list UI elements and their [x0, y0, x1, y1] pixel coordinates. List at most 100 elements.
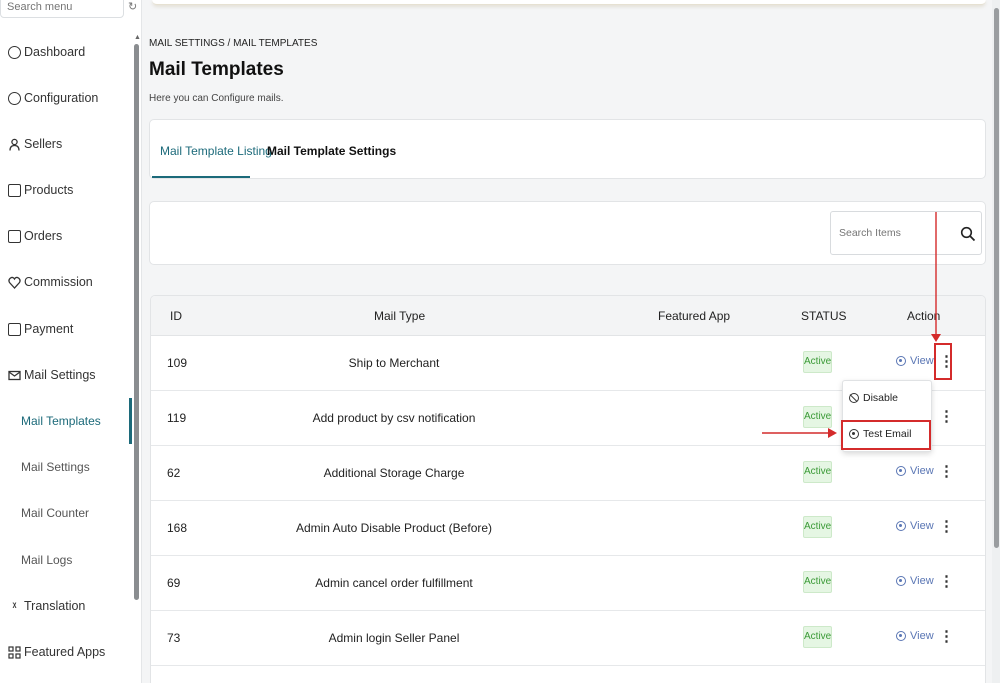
status-badge: Active [803, 516, 832, 538]
eye-icon [896, 521, 906, 531]
eye-icon [896, 466, 906, 476]
sidebar: ↻ Dashboard Configuration Sellers Produc… [0, 0, 142, 683]
top-bar [152, 0, 986, 5]
column-header-action: Action [907, 309, 941, 323]
orders-icon [8, 229, 21, 243]
apps-icon [8, 645, 21, 659]
sidebar-item-label: Mail Settings [24, 368, 96, 382]
eye-icon [896, 576, 906, 586]
more-actions-icon[interactable]: ⋮ [939, 626, 954, 648]
eye-icon [896, 631, 906, 641]
scroll-up-arrow-icon[interactable]: ▲ [134, 34, 141, 41]
row-mail-type: Ship to Merchant [348, 356, 440, 370]
view-label: View [910, 575, 934, 587]
sidebar-item-label: Configuration [24, 91, 99, 105]
sidebar-item-label: Dashboard [24, 45, 86, 59]
view-link[interactable]: View [896, 355, 934, 367]
search-input[interactable] [831, 212, 951, 254]
sidebar-item-sellers[interactable]: Sellers [8, 132, 62, 156]
column-header-mail-type: Mail Type [374, 309, 426, 323]
settings-icon [8, 91, 21, 105]
page-scrollbar-thumb[interactable] [994, 8, 999, 548]
sidebar-subitem-mail-templates[interactable]: Mail Templates [21, 409, 101, 433]
page-title: Mail Templates [149, 59, 284, 80]
sidebar-item-label: Translation [24, 599, 86, 613]
sidebar-item-label: Products [24, 183, 74, 197]
sidebar-item-label: Featured Apps [24, 645, 106, 659]
commission-icon [8, 276, 21, 289]
row-mail-type: Additional Storage Charge [323, 466, 465, 480]
search-box[interactable] [830, 211, 982, 255]
table-row[interactable]: 62 Additional Storage Charge Active View… [151, 446, 985, 501]
sidebar-subitem-mail-counter[interactable]: Mail Counter [21, 501, 89, 525]
status-badge: Active [803, 571, 832, 593]
table-row[interactable]: 168 Admin Auto Disable Product (Before) … [151, 501, 985, 556]
sidebar-item-products[interactable]: Products [8, 178, 73, 202]
more-actions-icon[interactable]: ⋮ [939, 516, 954, 538]
status-badge: Active [803, 461, 832, 483]
column-header-status: STATUS [801, 309, 847, 323]
sidebar-search-input[interactable] [1, 0, 123, 17]
breadcrumb: MAIL SETTINGS / MAIL TEMPLATES [149, 38, 318, 49]
user-icon [8, 138, 21, 151]
sidebar-item-configuration[interactable]: Configuration [8, 86, 98, 110]
annotation-highlight-box [934, 343, 952, 380]
sidebar-subitem-mail-settings[interactable]: Mail Settings [21, 455, 90, 479]
search-card [149, 201, 986, 265]
column-header-featured-app: Featured App [658, 309, 731, 323]
table-header: ID Mail Type Featured App STATUS Action [151, 296, 985, 336]
sidebar-item-translation[interactable]: ᵡ Translation [8, 594, 86, 618]
sidebar-item-orders[interactable]: Orders [8, 224, 62, 248]
ban-icon [849, 393, 859, 403]
active-indicator [129, 398, 132, 444]
view-link[interactable]: View [896, 465, 934, 477]
status-badge: Active [803, 626, 832, 648]
row-mail-type: Admin login Seller Panel [328, 631, 460, 645]
page-subtitle: Here you can Configure mails. [149, 93, 284, 104]
menu-item-label: Disable [863, 392, 899, 404]
view-label: View [910, 520, 934, 532]
active-tab-underline [152, 176, 250, 178]
sidebar-item-label: Sellers [24, 137, 63, 151]
dashboard-icon [8, 45, 21, 59]
search-icon[interactable] [960, 226, 976, 242]
view-link[interactable]: View [896, 520, 934, 532]
box-icon [8, 183, 21, 197]
view-label: View [910, 465, 934, 477]
mail-icon [8, 369, 21, 382]
tab-mail-template-listing[interactable]: Mail Template Listing [160, 144, 272, 158]
view-link[interactable]: View [896, 575, 934, 587]
row-mail-type: Admin cancel order fulfillment [315, 576, 473, 590]
sidebar-item-commission[interactable]: Commission [8, 270, 93, 294]
refresh-icon[interactable]: ↻ [128, 0, 137, 13]
view-link[interactable]: View [896, 630, 934, 642]
mail-templates-table: ID Mail Type Featured App STATUS Action … [150, 295, 986, 683]
sidebar-search[interactable] [0, 0, 124, 18]
more-actions-icon[interactable]: ⋮ [939, 571, 954, 593]
table-row[interactable]: 73 Admin login Seller Panel Active View … [151, 611, 985, 666]
tab-mail-template-settings[interactable]: Mail Template Settings [267, 144, 396, 158]
column-header-id: ID [170, 309, 182, 323]
translate-icon: ᵡ [12, 600, 17, 612]
sidebar-scrollbar[interactable] [134, 44, 139, 600]
status-badge: Active [803, 406, 832, 428]
annotation-highlight-box [841, 420, 931, 450]
sidebar-item-payment[interactable]: Payment [8, 317, 73, 341]
menu-item-disable[interactable]: Disable [849, 392, 898, 404]
sidebar-item-label: Orders [24, 229, 63, 243]
payment-icon [8, 322, 21, 336]
row-mail-type: Add product by csv notification [312, 411, 476, 425]
sidebar-item-label: Commission [24, 275, 93, 289]
eye-icon [896, 356, 906, 366]
view-label: View [910, 355, 934, 367]
more-actions-icon[interactable]: ⋮ [939, 461, 954, 483]
sidebar-item-mail-settings[interactable]: Mail Settings [8, 363, 96, 387]
row-mail-type: Admin Auto Disable Product (Before) [295, 521, 493, 535]
sidebar-item-dashboard[interactable]: Dashboard [8, 40, 85, 64]
more-actions-icon[interactable]: ⋮ [939, 406, 954, 428]
status-badge: Active [803, 351, 832, 373]
sidebar-subitem-mail-logs[interactable]: Mail Logs [21, 548, 72, 572]
tabs-card: Mail Template Listing Mail Template Sett… [149, 119, 986, 179]
sidebar-item-featured-apps[interactable]: Featured Apps [8, 640, 105, 664]
table-row[interactable]: 69 Admin cancel order fulfillment Active… [151, 556, 985, 611]
